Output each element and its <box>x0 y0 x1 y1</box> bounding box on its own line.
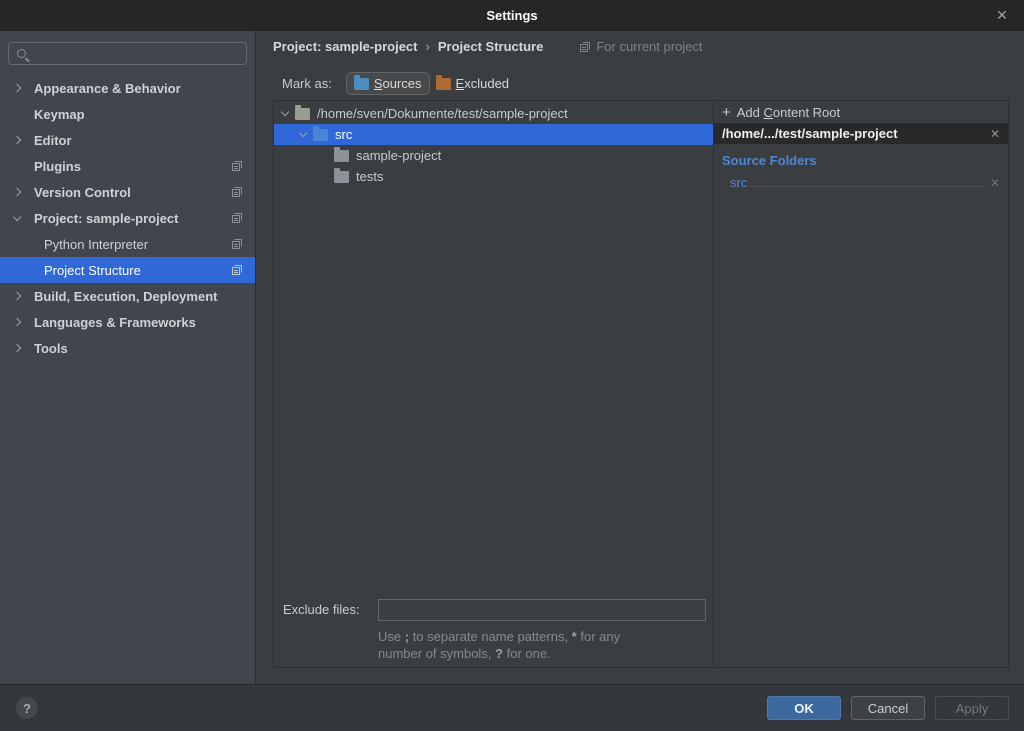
tree-row-label: sample-project <box>356 148 441 163</box>
window-title: Settings <box>486 8 537 23</box>
search-icon <box>17 49 26 58</box>
search-input[interactable] <box>8 42 247 65</box>
structure-panels: /home/sven/Dokumente/test/sample-project… <box>273 100 1009 668</box>
breadcrumb-page: Project Structure <box>438 39 543 54</box>
window-titlebar: Settings ✕ <box>0 0 1024 31</box>
source-folder-row[interactable]: src ✕ <box>714 172 1008 190</box>
excluded-folder-icon <box>436 78 451 90</box>
sidebar-item-label: Appearance & Behavior <box>34 81 181 96</box>
chevron-right-icon <box>13 344 21 352</box>
source-folders-heading: Source Folders <box>722 153 1008 168</box>
sidebar-item-label: Python Interpreter <box>44 237 148 252</box>
project-level-icon <box>579 41 591 53</box>
project-level-icon <box>231 238 243 250</box>
content-root-path: /home/.../test/sample-project <box>722 126 990 141</box>
sidebar-item-project[interactable]: Project: sample-project <box>0 205 255 231</box>
project-level-icon <box>231 186 243 198</box>
sidebar-item-label: Languages & Frameworks <box>34 315 196 330</box>
tree-row-label: /home/sven/Dokumente/test/sample-project <box>317 106 568 121</box>
source-folder-name: src <box>730 175 747 190</box>
sidebar-item-label: Tools <box>34 341 68 356</box>
scope-label: For current project <box>596 39 702 54</box>
folder-icon <box>334 150 349 162</box>
settings-content: Project: sample-project › Project Struct… <box>257 31 1024 684</box>
sidebar-item-tools[interactable]: Tools <box>0 335 255 361</box>
sidebar-item-build-execution[interactable]: Build, Execution, Deployment <box>0 283 255 309</box>
tree-row-label: src <box>335 127 352 142</box>
folder-icon <box>334 171 349 183</box>
chevron-right-icon <box>13 292 21 300</box>
sidebar-item-label: Plugins <box>34 159 81 174</box>
sidebar-item-label: Project: sample-project <box>34 211 179 226</box>
plus-icon: + <box>722 105 731 120</box>
cancel-button[interactable]: Cancel <box>851 696 925 720</box>
help-button[interactable]: ? <box>16 697 38 719</box>
chevron-right-icon <box>13 188 21 196</box>
settings-sidebar: Appearance & Behavior Keymap Editor Plug… <box>0 31 256 684</box>
dialog-buttons: OK Cancel Apply <box>767 696 1009 720</box>
chevron-right-icon <box>13 84 21 92</box>
sidebar-item-python-interpreter[interactable]: Python Interpreter <box>0 231 255 257</box>
project-level-icon <box>231 264 243 276</box>
project-level-icon <box>231 212 243 224</box>
source-folder-icon <box>313 129 328 141</box>
sidebar-item-editor[interactable]: Editor <box>0 127 255 153</box>
sidebar-item-appearance[interactable]: Appearance & Behavior <box>0 75 255 101</box>
exclude-files-label: Exclude files: <box>283 602 360 617</box>
sidebar-item-version-control[interactable]: Version Control <box>0 179 255 205</box>
breadcrumb-separator: › <box>426 39 430 54</box>
sidebar-item-label: Build, Execution, Deployment <box>34 289 217 304</box>
add-content-root-button[interactable]: + Add Content Root <box>714 101 1008 123</box>
sidebar-item-label: Editor <box>34 133 72 148</box>
breadcrumb-project: Project: sample-project <box>273 39 418 54</box>
mark-as-label: Mark as: <box>282 76 332 91</box>
apply-button[interactable]: Apply <box>935 696 1009 720</box>
sidebar-item-label: Version Control <box>34 185 131 200</box>
tree-row-label: tests <box>356 169 383 184</box>
folder-icon <box>295 108 310 120</box>
chevron-down-icon <box>13 212 21 220</box>
remove-source-folder-icon[interactable]: ✕ <box>990 176 1000 190</box>
content-root-header[interactable]: /home/.../test/sample-project ✕ <box>714 123 1008 144</box>
tree-row-root[interactable]: /home/sven/Dokumente/test/sample-project <box>274 103 713 124</box>
dialog-footer: ? OK Cancel Apply <box>0 684 1024 731</box>
mark-excluded-button[interactable]: Excluded <box>429 73 516 94</box>
exclude-files-hint: Use ; to separate name patterns, * for a… <box>378 628 620 662</box>
mark-sources-button[interactable]: Sources <box>347 73 429 94</box>
chevron-right-icon <box>13 136 21 144</box>
settings-nav: Appearance & Behavior Keymap Editor Plug… <box>0 75 255 361</box>
sidebar-item-languages[interactable]: Languages & Frameworks <box>0 309 255 335</box>
chevron-down-icon <box>299 129 307 137</box>
exclude-files-row: Exclude files: <box>274 602 713 617</box>
sidebar-item-label: Project Structure <box>44 263 141 278</box>
sidebar-item-keymap[interactable]: Keymap <box>0 101 255 127</box>
tree-row-sample-project[interactable]: sample-project <box>274 145 713 166</box>
remove-content-root-icon[interactable]: ✕ <box>990 127 1000 141</box>
scope-indicator: For current project <box>579 39 702 54</box>
ok-button[interactable]: OK <box>767 696 841 720</box>
tree-row-tests[interactable]: tests <box>274 166 713 187</box>
sidebar-item-project-structure[interactable]: Project Structure <box>0 257 255 283</box>
dotted-leader <box>749 186 986 187</box>
mark-as-toolbar: Mark as: Sources Excluded <box>282 73 516 94</box>
exclude-files-input[interactable] <box>378 599 706 621</box>
chevron-down-icon <box>281 108 289 116</box>
tree-row-src[interactable]: src <box>274 124 713 145</box>
close-icon[interactable]: ✕ <box>990 0 1014 31</box>
add-content-root-label: Add Content Root <box>737 105 840 120</box>
sidebar-item-plugins[interactable]: Plugins <box>0 153 255 179</box>
project-level-icon <box>231 160 243 172</box>
chevron-right-icon <box>13 318 21 326</box>
mark-sources-label: Sources <box>374 76 422 91</box>
mark-excluded-label: Excluded <box>456 76 509 91</box>
breadcrumb: Project: sample-project › Project Struct… <box>273 39 703 54</box>
sources-folder-icon <box>354 78 369 90</box>
content-root-tree: /home/sven/Dokumente/test/sample-project… <box>274 101 714 667</box>
sidebar-item-label: Keymap <box>34 107 85 122</box>
content-root-details: + Add Content Root /home/.../test/sample… <box>714 101 1008 667</box>
